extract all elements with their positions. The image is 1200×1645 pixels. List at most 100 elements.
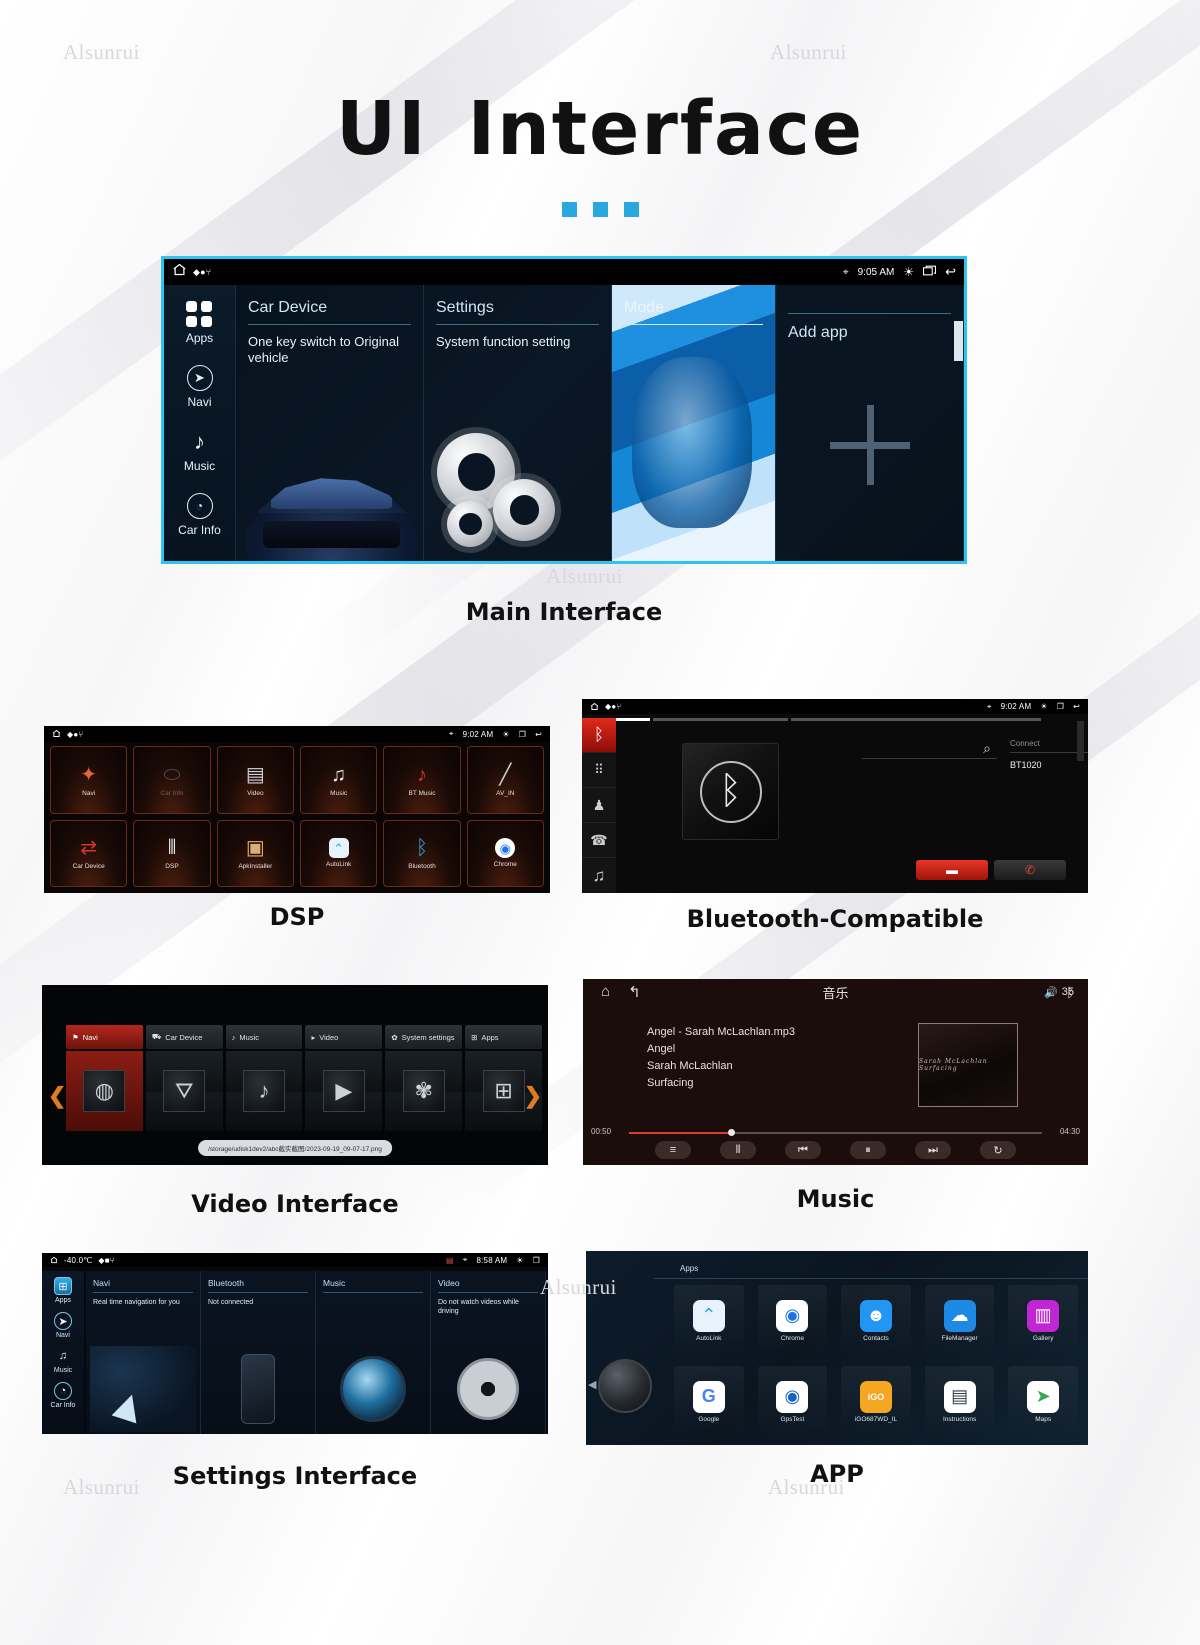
tab-video[interactable]: ▸ Video <box>305 1025 383 1049</box>
sidebar-item-dialpad[interactable]: ⠿ <box>582 753 616 788</box>
app-label: Contacts <box>863 1334 889 1342</box>
app-car-device[interactable]: ⇄ Car Device <box>50 819 128 887</box>
answer-call-button[interactable]: ▬ <box>916 860 988 880</box>
hangup-call-button[interactable]: ✆ <box>994 860 1066 880</box>
sidebar-item-label: Music <box>183 459 216 473</box>
tile-car-device[interactable]: ⛛ <box>145 1051 223 1131</box>
sidebar-item-bt-music[interactable]: ♫ <box>582 858 616 893</box>
card-bluetooth[interactable]: Bluetooth Not connected <box>201 1271 316 1434</box>
card-add-app[interactable]: Add app <box>776 285 964 561</box>
sidebar-item-navi[interactable]: ➤ Navi <box>54 1312 72 1339</box>
card-music[interactable]: Music <box>316 1271 431 1434</box>
app-autolink[interactable]: ⌃ AutoLink <box>674 1285 744 1356</box>
app-navi[interactable]: ✦ Navi <box>50 746 128 814</box>
playlist-button[interactable]: ≡ <box>655 1141 691 1159</box>
card-settings[interactable]: Settings System function setting <box>424 285 612 561</box>
recents-icon[interactable]: ❐ <box>533 1256 540 1265</box>
brightness-icon[interactable]: ☀ <box>502 730 509 739</box>
chevron-left-icon[interactable]: ❮ <box>48 1083 66 1109</box>
app-chrome[interactable]: ◉ Chrome <box>466 819 544 887</box>
recents-icon[interactable]: ❐ <box>519 730 526 739</box>
app-autolink[interactable]: ⌃ AutoLink <box>300 819 378 887</box>
app-bt-music[interactable]: ♪ BT Music <box>383 746 461 814</box>
recents-icon[interactable]: ❐ <box>1057 702 1064 711</box>
video-tile-row: ◍ ⛛ ♪ ▶ ✾ ⊞ <box>66 1051 542 1131</box>
sidebar-item-call-log[interactable]: ☎ <box>582 823 616 858</box>
app-gpstest[interactable]: ◉ GpsTest <box>757 1366 828 1437</box>
sidebar-item-contacts[interactable]: ♟ <box>582 788 616 823</box>
card-navi[interactable]: Navi Real time navigation for you <box>86 1271 201 1434</box>
brightness-icon[interactable]: ☀ <box>516 1256 523 1265</box>
settings-status-bar: -40.0℃ ◆■⑂ ▤ ⌖ 8:58 AM ☀ ❐ <box>42 1253 548 1267</box>
caption-bluetooth: Bluetooth-Compatible <box>686 905 984 933</box>
app-music[interactable]: ♫ Music <box>300 746 378 814</box>
app-car-info[interactable]: ⬭ Car Info <box>133 746 211 814</box>
recents-icon[interactable] <box>923 263 937 281</box>
app-video[interactable]: ▤ Video <box>216 746 294 814</box>
app-label: AV_IN <box>496 789 515 797</box>
search-input[interactable]: ⌕ <box>862 739 997 759</box>
tab-system-settings[interactable]: ✿ System settings <box>385 1025 463 1049</box>
app-filemanager[interactable]: ☁ FileManager <box>924 1285 995 1356</box>
next-button[interactable]: ⏭ <box>915 1141 951 1159</box>
scroll-indicator[interactable] <box>954 321 963 361</box>
app-apkinstaller[interactable]: ▣ ApkInstaller <box>216 819 294 887</box>
temperature-readout: -40.0℃ <box>64 1255 93 1265</box>
tab-apps[interactable]: ⊞ Apps <box>465 1025 542 1049</box>
sidebar-item-car-info[interactable]: ◔ Car Info <box>51 1382 75 1409</box>
tab-label: Apps <box>481 1032 499 1042</box>
sidebar-item-car-info[interactable]: ◔ Car Info <box>178 493 221 537</box>
previous-button[interactable]: ⏮ <box>785 1141 821 1159</box>
chevron-right-icon[interactable]: ❯ <box>524 1083 542 1109</box>
app-gallery[interactable]: ▥ Gallery <box>1008 1285 1078 1356</box>
tab-navi[interactable]: ⚑ Navi <box>66 1025 143 1049</box>
back-arrow-icon[interactable]: ↩ <box>535 730 542 739</box>
seek-bar[interactable] <box>629 1129 1042 1136</box>
tab-music[interactable]: ♪ Music <box>225 1025 303 1049</box>
add-app-plus-icon[interactable] <box>829 405 910 486</box>
tile-system-settings[interactable]: ✾ <box>385 1051 463 1131</box>
home-icon[interactable] <box>172 262 187 282</box>
card-video[interactable]: Video Do not watch videos while driving <box>431 1271 546 1434</box>
main-interface-screenshot: ◆●⑂ ⌖ 9:05 AM ☀ ↩ Apps ➤ Navi ♪ Music ◔ … <box>161 256 967 564</box>
app-av-in[interactable]: ╱ AV_IN <box>466 746 544 814</box>
brightness-icon[interactable]: ☀ <box>1040 702 1047 711</box>
app-instructions[interactable]: ▤ Instructions <box>924 1366 995 1437</box>
pause-button[interactable]: ⏸ <box>850 1141 886 1159</box>
tab-car-device[interactable]: ⛟ Car Device <box>145 1025 223 1049</box>
tile-video[interactable]: ▶ <box>305 1051 383 1131</box>
app-bluetooth[interactable]: ᛒ Bluetooth <box>383 819 461 887</box>
home-icon[interactable] <box>50 1253 58 1269</box>
app-dsp[interactable]: ⦀ DSP <box>133 819 211 887</box>
sidebar-item-navi[interactable]: ➤ Navi <box>186 365 213 409</box>
app-maps[interactable]: ➤ Maps <box>1008 1366 1078 1437</box>
brightness-icon[interactable]: ☀ <box>903 265 914 279</box>
ui-interface-page: Alsunrui Alsunrui Alsunrui Alsunrui Alsu… <box>0 0 1200 1645</box>
sidebar-item-music[interactable]: ♪ Music <box>184 429 215 473</box>
sidebar-item-apps[interactable]: Apps <box>186 301 213 345</box>
app-contacts[interactable]: ☻ Contacts <box>841 1285 911 1356</box>
sidebar-item-music[interactable]: ♫ Music <box>54 1347 72 1374</box>
tile-navi[interactable]: ◍ <box>66 1051 143 1131</box>
home-icon[interactable] <box>590 699 599 716</box>
rotary-knob-icon[interactable] <box>588 1359 652 1413</box>
app-google[interactable]: G Google <box>674 1366 744 1437</box>
app-label: ApkInstaller <box>238 863 273 871</box>
usb-transfer-icon: ⇄ <box>80 837 98 860</box>
back-arrow-icon[interactable]: ↩ <box>1073 702 1080 711</box>
card-mode[interactable]: Mode <box>612 285 776 561</box>
back-arrow-icon[interactable]: ↩ <box>945 264 956 280</box>
scroll-indicator[interactable] <box>1077 721 1084 761</box>
card-car-device[interactable]: Car Device One key switch to Original ve… <box>236 285 424 561</box>
app-igo[interactable]: iGO iGO687WD_IL <box>841 1366 911 1437</box>
sidebar-item-apps[interactable]: ⊞ Apps <box>54 1277 72 1304</box>
track-filename: Angel - Sarah McLachlan.mp3 <box>647 1026 795 1038</box>
sidebar-item-bluetooth[interactable]: ᛒ <box>582 718 616 753</box>
seek-handle[interactable] <box>728 1129 736 1136</box>
home-icon[interactable] <box>52 726 61 743</box>
app-chrome[interactable]: ◉ Chrome <box>757 1285 828 1356</box>
card-subtitle: System function setting <box>436 334 571 349</box>
repeat-button[interactable]: ↻ <box>980 1141 1016 1159</box>
equalizer-button[interactable]: ⫴ <box>720 1141 756 1159</box>
tile-music[interactable]: ♪ <box>225 1051 303 1131</box>
